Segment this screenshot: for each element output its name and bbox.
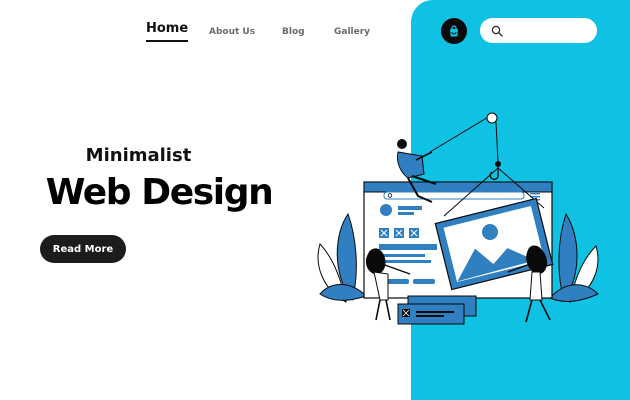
cart-button[interactable] (441, 18, 467, 44)
read-more-button[interactable]: Read More (40, 235, 126, 263)
crane-hook (429, 112, 501, 180)
nav-item-gallery[interactable]: Gallery (334, 24, 370, 40)
left-plant (317, 212, 367, 303)
hero-title: Web Design (45, 172, 274, 213)
search-input[interactable] (508, 21, 593, 40)
search-bar[interactable] (480, 18, 597, 43)
right-plant (549, 212, 599, 303)
shopping-bag-icon (450, 25, 458, 37)
hero-subtitle: Minimalist (85, 145, 192, 166)
floating-cards (397, 295, 477, 325)
search-icon (491, 25, 503, 37)
nav-item-about-us[interactable]: About Us (209, 24, 255, 40)
web-design-illustration (317, 112, 599, 325)
nav-item-home[interactable]: Home (146, 21, 189, 42)
nav-item-blog[interactable]: Blog (282, 24, 305, 40)
